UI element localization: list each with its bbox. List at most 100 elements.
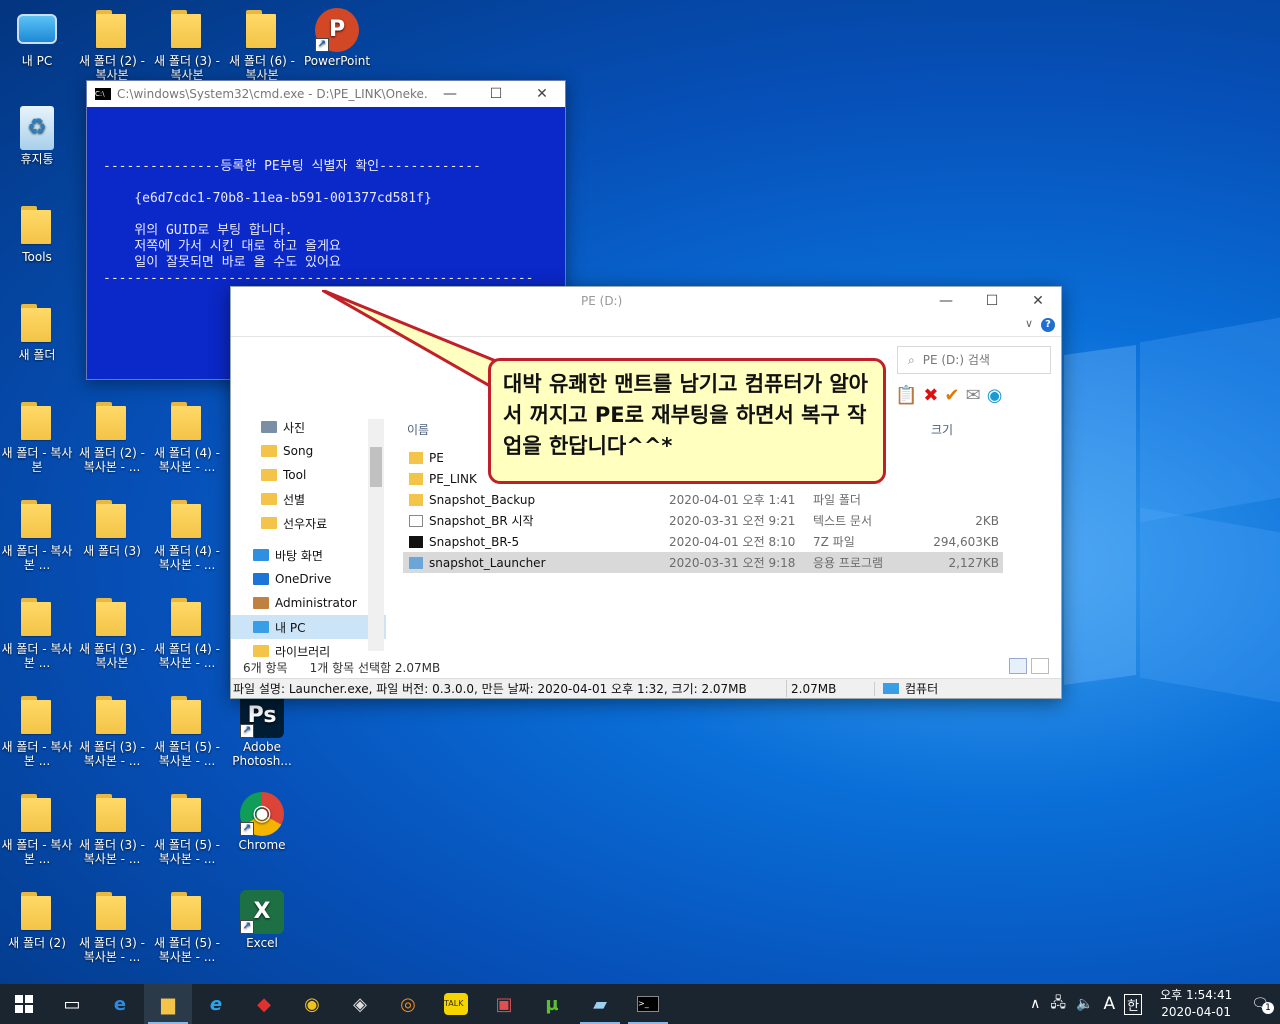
desktop-icon[interactable]: 새 폴더 (5) - 복사본 - ... xyxy=(150,792,224,866)
desktop-icon[interactable]: 새 폴더 (3) - 복사본 - ... xyxy=(75,792,149,866)
file-row[interactable]: Snapshot_Backup 2020-04-01 오후 1:41 파일 폴더 xyxy=(403,489,1003,510)
desktop-icon[interactable]: 새 폴더 (4) - 복사본 - ... xyxy=(150,400,224,474)
nav-item[interactable]: Administrator xyxy=(231,591,386,615)
chevron-down-icon[interactable]: ∨ xyxy=(1025,317,1033,330)
nav-item[interactable]: 선우자료 xyxy=(231,511,386,535)
column-header-size[interactable]: 크기 xyxy=(931,421,953,438)
search-input[interactable]: ⌕ PE (D:) 검색 xyxy=(897,346,1051,374)
maximize-button[interactable]: ☐ xyxy=(473,86,519,102)
check-icon[interactable]: ✔ xyxy=(945,385,960,406)
task-view-button[interactable]: ▭ xyxy=(48,984,96,1024)
desktop-icon[interactable]: 새 폴더 (3) - 복사본 - ... xyxy=(75,694,149,768)
taskbar-ie[interactable]: e xyxy=(192,984,240,1024)
item-count: 6개 항목 1개 항목 선택함 2.07MB xyxy=(243,659,440,676)
nav-scrollbar[interactable] xyxy=(368,419,384,651)
taskbar-eye[interactable]: ◎ xyxy=(384,984,432,1024)
desktop-icon-label: 새 폴더 - 복사본 ... xyxy=(1,544,73,572)
column-header-name[interactable]: 이름 xyxy=(407,421,429,438)
tool-icon: ◈ xyxy=(353,993,367,1015)
desktop-icon[interactable]: 새 폴더 - 복사본 ... xyxy=(0,596,74,670)
close-button[interactable]: ✕ xyxy=(1015,293,1061,309)
file-row[interactable]: Snapshot_BR-5 2020-04-01 오전 8:10 7Z 파일 294,… xyxy=(403,531,1003,552)
desktop-icon[interactable]: 새 폴더 (2) xyxy=(0,890,74,950)
desktop-icon[interactable]: 새 폴더 (4) - 복사본 - ... xyxy=(150,596,224,670)
folder-icon xyxy=(242,8,282,52)
cmd-titlebar[interactable]: C:\ C:\windows\System32\cmd.exe - D:\PE_… xyxy=(87,81,565,107)
clock[interactable]: 오후 1:54:41 2020-04-01 xyxy=(1146,987,1246,1021)
desktop-icon[interactable]: 새 폴더 - 복사본 ... xyxy=(0,694,74,768)
nav-item-label: OneDrive xyxy=(275,572,332,586)
desktop-icon[interactable]: 새 폴더 (2) - 복사본 xyxy=(75,8,149,82)
taskbar-edge[interactable]: e xyxy=(96,984,144,1024)
desktop-icon[interactable]: 새 폴더 (3) - 복사본 xyxy=(75,596,149,670)
desktop-icon[interactable]: P ↗ PowerPoint xyxy=(300,8,374,68)
taskbar-notepad[interactable]: ▰ xyxy=(576,984,624,1024)
nav-item[interactable]: Song xyxy=(231,439,386,463)
nav-item[interactable]: OneDrive xyxy=(231,567,386,591)
delete-icon[interactable]: ✖ xyxy=(923,385,938,406)
nav-item[interactable]: 바탕 화면 xyxy=(231,543,386,567)
taskbar-file-explorer[interactable]: ▆ xyxy=(144,984,192,1024)
desktop-icon[interactable]: 새 폴더 (5) - 복사본 - ... xyxy=(150,694,224,768)
desktop-icon[interactable]: 새 폴더 (2) - 복사본 - ... xyxy=(75,400,149,474)
computer-icon xyxy=(17,14,57,44)
taskbar-app[interactable]: ◆ xyxy=(240,984,288,1024)
chevron-up-icon[interactable]: ∧ xyxy=(1025,996,1045,1012)
desktop-icon[interactable]: 새 폴더 - 복사본 ... xyxy=(0,498,74,572)
nav-item[interactable]: 내 PC xyxy=(231,615,386,639)
taskbar-chrome[interactable]: ◉ xyxy=(288,984,336,1024)
desktop-icon[interactable]: 새 폴더 (4) - 복사본 - ... xyxy=(150,498,224,572)
notification-button[interactable]: 🗨 1 xyxy=(1246,996,1274,1014)
desktop-icon[interactable]: ◉ ↗ Chrome xyxy=(225,792,299,852)
desktop-icon-label: 새 폴더 (4) - 복사본 - ... xyxy=(154,544,220,572)
desktop-icon[interactable]: X ↗ Excel xyxy=(225,890,299,950)
shell-icon[interactable]: ◉ xyxy=(987,385,1003,406)
mail-icon[interactable]: ✉ xyxy=(966,385,981,406)
kakaotalk-icon: TALK xyxy=(444,993,468,1015)
taskbar-app2[interactable]: ▣ xyxy=(480,984,528,1024)
clipboard-icon[interactable]: 📋 xyxy=(895,385,917,406)
desktop-icon[interactable]: ♻ 휴지통 xyxy=(0,106,74,166)
large-icons-view-button[interactable] xyxy=(1031,658,1049,674)
ime-hangul-indicator[interactable]: 한 xyxy=(1124,993,1143,1015)
minimize-button[interactable]: — xyxy=(427,86,473,102)
nav-item[interactable]: Tool xyxy=(231,463,386,487)
nav-item[interactable]: 선별 xyxy=(231,487,386,511)
ime-indicator[interactable]: A xyxy=(1098,994,1120,1014)
desktop-icon[interactable]: 새 폴더 (5) - 복사본 - ... xyxy=(150,890,224,964)
taskbar-tool[interactable]: ◈ xyxy=(336,984,384,1024)
desktop-icon-label: Excel xyxy=(246,936,278,950)
desktop-icon[interactable]: 새 폴더 - 복사본 xyxy=(0,400,74,474)
desktop-icon[interactable]: 내 PC xyxy=(0,8,74,68)
desktop-icon[interactable]: 새 폴더 - 복사본 ... xyxy=(0,792,74,866)
scrollbar-thumb[interactable] xyxy=(370,447,382,487)
desktop-icon[interactable]: 새 폴더 (3) - 복사본 xyxy=(150,8,224,82)
help-icon[interactable]: ? xyxy=(1041,318,1055,332)
folder-icon xyxy=(167,596,207,640)
folder-icon xyxy=(92,596,132,640)
details-view-button[interactable] xyxy=(1009,658,1027,674)
desktop-icon[interactable]: 새 폴더 (3) xyxy=(75,498,149,558)
desktop-icon[interactable]: 새 폴더 xyxy=(0,302,74,362)
close-button[interactable]: ✕ xyxy=(519,86,565,102)
maximize-button[interactable]: ☐ xyxy=(969,293,1015,309)
folder-icon xyxy=(167,890,207,934)
7z-file-icon xyxy=(409,535,423,548)
desktop-icon[interactable]: Ps ↗ Adobe Photosh... xyxy=(225,694,299,768)
taskbar-cmd[interactable]: >_ xyxy=(624,984,672,1024)
file-row[interactable]: Snapshot_BR 시작 2020-03-31 오전 9:21 텍스트 문서 2K… xyxy=(403,510,1003,531)
volume-icon[interactable]: 🔈 xyxy=(1071,996,1098,1012)
network-icon[interactable]: 🖧 xyxy=(1045,992,1071,1016)
computer-icon xyxy=(883,683,899,694)
desktop-icon[interactable]: 새 폴더 (3) - 복사본 - ... xyxy=(75,890,149,964)
nav-item-icon xyxy=(253,645,269,657)
minimize-button[interactable]: — xyxy=(923,293,969,309)
file-row[interactable]: snapshot_Launcher 2020-03-31 오전 9:18 응용 프로… xyxy=(403,552,1003,573)
desktop-icon[interactable]: 새 폴더 (6) - 복사본 xyxy=(225,8,299,82)
start-button[interactable] xyxy=(0,984,48,1024)
taskbar-utorrent[interactable]: µ xyxy=(528,984,576,1024)
file-date: 2020-04-01 오전 8:10 xyxy=(669,535,796,549)
desktop-icon[interactable]: Tools xyxy=(0,204,74,264)
file-name: Snapshot_Backup xyxy=(429,492,536,507)
taskbar-kakaotalk[interactable]: TALK xyxy=(432,984,480,1024)
